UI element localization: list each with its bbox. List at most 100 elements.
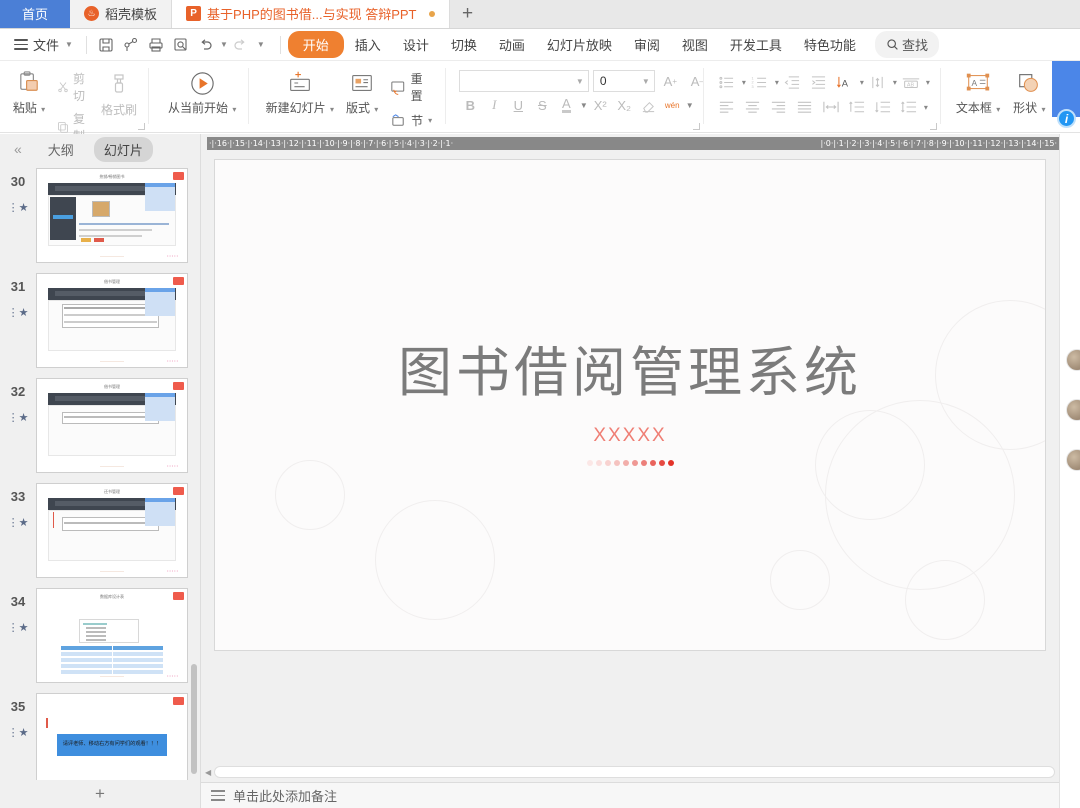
subscript-button[interactable]: X₂ (613, 94, 636, 116)
align-text-button[interactable] (866, 71, 890, 93)
strikethrough-button[interactable]: S (531, 94, 554, 116)
textbox-button[interactable]: A 文本框 ▾ (950, 65, 1006, 119)
menu-item-start[interactable]: 开始 (287, 31, 344, 58)
horizontal-scrollbar[interactable]: ◀ (201, 762, 1059, 782)
pinyin-button[interactable]: wén (661, 94, 684, 116)
collapse-panel-button[interactable]: « (8, 141, 28, 157)
slide-thumbnail[interactable]: 还书管理 ••••• ———————— (36, 483, 188, 578)
new-tab-button[interactable]: + (449, 0, 486, 28)
menu-item-devtools[interactable]: 开发工具 (719, 31, 793, 58)
menu-item-review[interactable]: 审阅 (623, 31, 671, 58)
slide-thumbnail-item[interactable]: 30 ⋮★ 热销/畅销图书 ••••• ———————— (0, 168, 200, 273)
slide-thumbnail-item[interactable]: 34 ⋮★ 数据库设计表 ••••• ———————— (0, 588, 200, 693)
font-dialog-launcher[interactable] (692, 123, 700, 130)
save-icon[interactable] (94, 32, 119, 57)
bold-button[interactable]: B (459, 94, 482, 116)
search-button[interactable]: 查找 (874, 31, 939, 58)
slide-thumbnail-item[interactable]: 32 ⋮★ 借书管理 ••••• ———————— (0, 378, 200, 483)
scrollbar-track[interactable] (214, 766, 1055, 778)
tab-document[interactable]: P 基于PHP的图书借...与实现 答辩PPT (172, 0, 450, 28)
section-button[interactable]: 节 ▾ (385, 110, 439, 131)
bullet-list-button[interactable] (715, 71, 739, 93)
sidebar-scrollbar[interactable] (191, 664, 197, 774)
line-spacing-up-button[interactable] (845, 96, 869, 118)
menu-item-slideshow[interactable]: 幻灯片放映 (536, 31, 623, 58)
distribute-button[interactable] (819, 96, 843, 118)
paste-button[interactable]: 粘贴 ▾ (6, 65, 52, 119)
menu-item-design[interactable]: 设计 (392, 31, 440, 58)
start-from-current-button[interactable]: 从当前开始 ▾ (162, 65, 242, 119)
avatar[interactable] (1066, 399, 1080, 421)
slide-thumbnail-item[interactable]: 31 ⋮★ 借书管理 ••••• ———————— (0, 273, 200, 378)
cut-button[interactable]: 剪切 (52, 68, 96, 106)
slide-subtitle-text[interactable]: XXXXX (215, 425, 1045, 447)
menu-item-view[interactable]: 视图 (671, 31, 719, 58)
pinyin-chevron-icon[interactable]: ▼ (686, 101, 694, 110)
share-icon[interactable] (119, 32, 144, 57)
decrease-indent-button[interactable] (781, 71, 805, 93)
line-spacing-down-button[interactable] (871, 96, 895, 118)
layout-button[interactable]: 版式 ▾ (339, 65, 385, 119)
notes-pane[interactable]: 单击此处添加备注 (201, 782, 1059, 808)
more-commands-icon[interactable]: ▼ (257, 40, 265, 49)
align-text-chevron-icon[interactable]: ▾ (893, 78, 897, 87)
tab-home[interactable]: 首页 (0, 0, 71, 28)
slide-thumbnail[interactable]: 借书管理 ••••• ———————— (36, 378, 188, 473)
underline-button[interactable]: U (507, 94, 530, 116)
slide-title-text[interactable]: 图书借阅管理系统 (215, 328, 1045, 407)
menu-item-features[interactable]: 特色功能 (793, 31, 867, 58)
scroll-left-icon[interactable]: ◀ (205, 768, 211, 777)
font-size-combo[interactable]: 0 ▼ (592, 70, 655, 92)
text-direction-chevron-icon[interactable]: ▾ (860, 78, 864, 87)
increase-indent-button[interactable] (807, 71, 831, 93)
slide-thumbnail-item[interactable]: 35 ⋮★ 请评老师、移动右方有问学们的观看！！！ ••••• ———————— (0, 693, 200, 780)
align-left-button[interactable] (715, 96, 739, 118)
add-slide-button[interactable]: + (0, 780, 200, 808)
align-right-button[interactable] (767, 96, 791, 118)
font-color-button[interactable]: A (555, 94, 578, 116)
reset-button[interactable]: 重置 (385, 68, 439, 106)
tab-outline[interactable]: 大纲 (38, 137, 84, 162)
numbered-list-button[interactable]: 1 2 3 (748, 71, 772, 93)
clear-format-button[interactable] (637, 94, 660, 116)
tab-template[interactable]: ♨ 稻壳模板 (70, 0, 173, 28)
avatar[interactable] (1066, 449, 1080, 471)
print-preview-icon[interactable] (169, 32, 194, 57)
font-name-combo[interactable]: ▼ (458, 70, 589, 92)
menu-item-transition[interactable]: 切换 (440, 31, 488, 58)
menu-item-insert[interactable]: 插入 (344, 31, 392, 58)
menu-item-animation[interactable]: 动画 (488, 31, 536, 58)
file-menu-button[interactable]: 文件 ▼ (8, 35, 79, 54)
new-slide-button[interactable]: 新建幻灯片 ▾ (260, 65, 339, 119)
print-icon[interactable] (144, 32, 169, 57)
increase-font-size-button[interactable]: A + (659, 70, 682, 92)
info-icon[interactable]: i (1057, 109, 1076, 128)
bullet-chevron-icon[interactable]: ▾ (742, 78, 746, 87)
format-painter-button[interactable]: 格式刷 (96, 67, 142, 121)
justify-button[interactable] (793, 96, 817, 118)
undo-chevron-icon[interactable]: ▼ (220, 40, 228, 49)
superscript-button[interactable]: X² (589, 94, 612, 116)
slide-thumbnail-item[interactable]: 33 ⋮★ 还书管理 ••••• ———————— (0, 483, 200, 588)
current-slide[interactable]: 图书借阅管理系统 XXXXX (214, 159, 1046, 651)
avatar[interactable] (1066, 349, 1080, 371)
clipboard-dialog-launcher[interactable] (138, 123, 146, 130)
align-center-button[interactable] (741, 96, 765, 118)
undo-icon[interactable] (194, 32, 219, 57)
slide-canvas[interactable]: 图书借阅管理系统 XXXXX (201, 153, 1059, 762)
line-spacing-chevron-icon[interactable]: ▾ (924, 103, 928, 112)
slide-thumbnail[interactable]: 借书管理 ••••• ———————— (36, 273, 188, 368)
line-spacing-button[interactable] (897, 96, 921, 118)
horizontal-ruler[interactable]: ·|·16·|·15·|·14·|·13·|·12·|·11·|·10·|·9·… (201, 134, 1059, 153)
tab-slides[interactable]: 幻灯片 (93, 136, 153, 162)
smartart-chevron-icon[interactable]: ▾ (926, 78, 930, 87)
numbered-chevron-icon[interactable]: ▾ (775, 78, 779, 87)
slide-thumbnail-list[interactable]: 30 ⋮★ 热销/畅销图书 ••••• ———————— 31 ⋮★ 借书管理 … (0, 164, 200, 780)
font-color-chevron-icon[interactable]: ▼ (580, 101, 588, 110)
convert-to-smartart-button[interactable]: AB (899, 71, 923, 93)
text-direction-button[interactable]: A (833, 71, 857, 93)
shape-button[interactable]: 形状 ▾ (1006, 65, 1052, 119)
slide-thumbnail[interactable]: 请评老师、移动右方有问学们的观看！！！ ••••• ———————— (36, 693, 188, 780)
slide-thumbnail[interactable]: 数据库设计表 ••••• ———————— (36, 588, 188, 683)
paragraph-dialog-launcher[interactable] (929, 123, 937, 130)
